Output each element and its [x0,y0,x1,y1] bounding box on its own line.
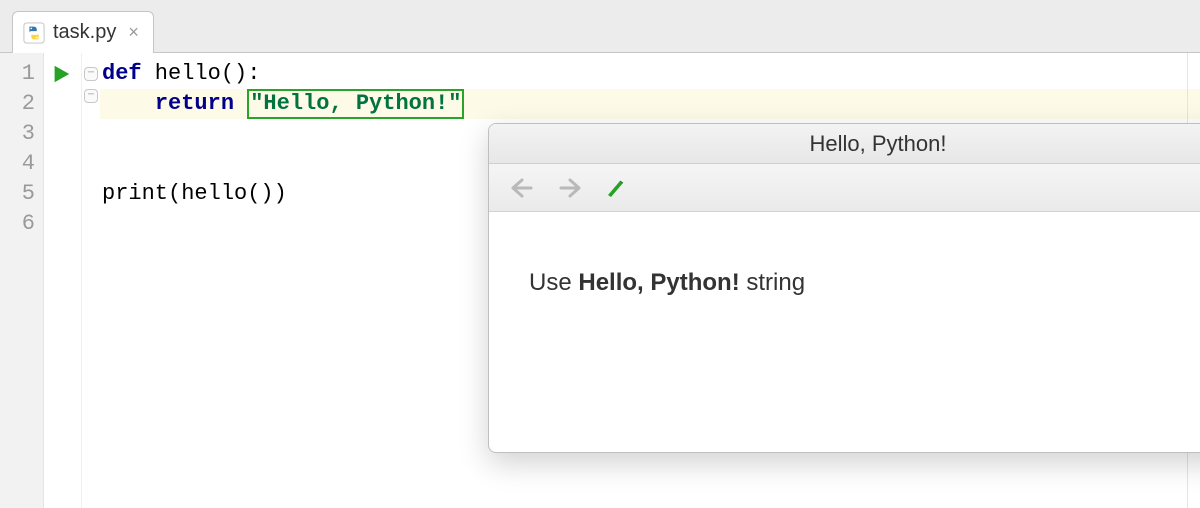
code-line[interactable] [100,209,1200,239]
code-editor[interactable]: 1 2 3 4 5 6 ─ ─ def hello(): return "Hel… [0,53,1200,508]
keyword-return: return [155,91,234,116]
code-text: hello(): [142,61,261,86]
code-line[interactable]: print(hello()) [100,179,1200,209]
python-file-icon [23,22,45,44]
gutter: 1 2 3 4 5 6 [0,53,44,508]
answer-placeholder-highlight[interactable]: "Hello, Python!" [247,89,464,119]
code-text: print(hello()) [102,181,287,206]
line-number: 3 [0,119,35,149]
line-number: 6 [0,209,35,239]
code-indent [102,91,155,116]
string-literal: "Hello, Python!" [250,91,461,116]
line-number: 4 [0,149,35,179]
close-icon[interactable]: × [128,22,139,43]
tab-bar: task.py × [0,0,1200,53]
line-number: 2 [0,89,35,119]
code-line[interactable] [100,119,1200,149]
line-number: 5 [0,179,35,209]
keyword-def: def [102,61,142,86]
run-icon[interactable] [50,63,72,85]
code-text [234,91,247,116]
popup-text: string [740,269,805,296]
line-number: 1 [0,59,35,89]
popup-text-bold: Hello, Python! [578,269,739,296]
code-line[interactable]: def hello(): [100,59,1200,89]
fold-toggle-icon[interactable]: ─ [84,67,98,81]
tab-filename: task.py [53,21,116,44]
run-gutter [44,53,82,508]
code-line[interactable]: return "Hello, Python!" [100,89,1200,119]
fold-gutter: ─ ─ [82,53,100,508]
code-line[interactable] [100,149,1200,179]
fold-toggle-icon[interactable]: ─ [84,89,98,103]
popup-body: Use Hello, Python! string [489,212,1200,452]
tab-task-py[interactable]: task.py × [12,11,154,53]
popup-text: Use [529,269,578,296]
code-area[interactable]: def hello(): return "Hello, Python!" pri… [100,53,1200,508]
